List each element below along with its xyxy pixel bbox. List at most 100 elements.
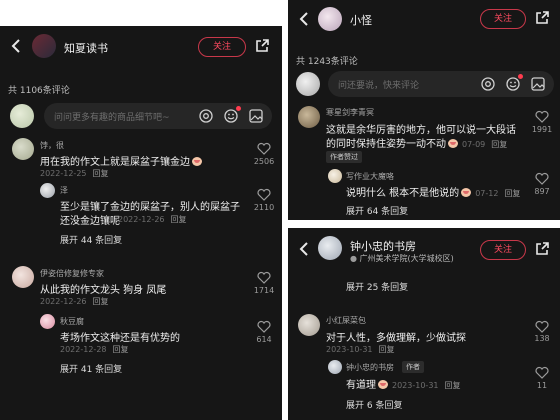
expand-replies-button[interactable]: 展开 25 条回复 <box>346 280 408 293</box>
comment-count: 共 1106条评论 <box>8 86 70 96</box>
avatar <box>10 104 34 128</box>
page-title: 知夏读书 <box>64 42 108 55</box>
avatar[interactable] <box>40 183 55 198</box>
notification-dot <box>236 106 241 111</box>
comment-text: 用在我的作文上就是屎盆子镶金边 <box>40 153 202 168</box>
heart-icon[interactable] <box>535 318 549 333</box>
follow-button[interactable]: 关注 <box>480 240 526 260</box>
reply-button[interactable]: 回复 <box>113 345 129 354</box>
like-count: 614 <box>256 335 272 344</box>
share-icon[interactable] <box>254 38 270 54</box>
heart-icon[interactable] <box>257 269 271 284</box>
comment-text: 至少是镶了金边的屎盆子，别人的屎盆子 <box>60 202 240 213</box>
reply-button[interactable]: 回复 <box>445 381 461 390</box>
expand-replies-button[interactable]: 展开 6 条回复 <box>346 398 402 411</box>
back-arrow-icon[interactable] <box>296 240 314 258</box>
emoji-face-icon <box>192 157 202 166</box>
heart-icon[interactable] <box>535 108 549 123</box>
comment-text: 这就是余华厉害的地方，他可以说一大段话 <box>326 125 516 136</box>
commenter-name[interactable]: 小红屎菜包 <box>326 315 366 326</box>
comment-panel-xiaoguai: 小怪 关注 共 1243条评论 问还要说，快来评论 寒星剑李青冥 这就是余华厉害… <box>288 0 560 220</box>
like-count: 138 <box>534 334 550 343</box>
author-liked-badge: 作者赞过 <box>326 151 362 163</box>
avatar[interactable] <box>298 106 320 128</box>
heart-icon[interactable] <box>535 170 549 185</box>
comment-text: 的同时保持住姿势一动不动 07-09 回复 <box>326 139 508 150</box>
like-count: 11 <box>536 381 548 390</box>
heart-icon[interactable] <box>257 140 271 155</box>
commenter-name[interactable]: 泽 <box>60 185 68 196</box>
like-count: 2110 <box>253 203 275 212</box>
like-count: 2506 <box>253 157 275 166</box>
emoji-face-icon <box>461 188 472 197</box>
heart-icon[interactable] <box>257 318 271 333</box>
back-arrow-icon[interactable] <box>296 10 314 28</box>
avatar[interactable] <box>328 169 342 183</box>
comment-text: 有道理 2023-10-31 回复 <box>346 380 461 391</box>
expand-replies-button[interactable]: 展开 64 条回复 <box>346 204 408 217</box>
back-arrow-icon[interactable] <box>8 37 26 55</box>
image-icon[interactable] <box>248 108 264 124</box>
share-icon[interactable] <box>534 10 550 26</box>
comment-text: 还没金边镶呢 <box>60 216 120 227</box>
share-icon[interactable] <box>534 241 550 257</box>
commenter-name[interactable]: 伊姿倍修复修专家 <box>40 268 104 279</box>
input-placeholder: 问还要说，快来评论 <box>338 81 420 91</box>
header: 知夏读书 关注 <box>0 26 282 66</box>
comment-input[interactable]: 问问更多有趣的商品细节吧~ <box>44 103 272 129</box>
comment-input[interactable]: 问还要说，快来评论 <box>328 71 554 97</box>
commenter-name[interactable]: 秋豆腐 <box>60 316 84 327</box>
comment-count: 共 1243条评论 <box>296 57 358 67</box>
emoji-face-icon <box>378 380 388 389</box>
avatar[interactable] <box>40 314 55 329</box>
heart-icon[interactable] <box>535 364 549 379</box>
like-count: 1991 <box>531 125 553 134</box>
comment-text: 对于人性，多做理解，少做试探 <box>326 333 466 344</box>
comment-panel-zhixia: 知夏读书 关注 共 1106条评论 问问更多有趣的商品细节吧~ 饽，很 用在我的… <box>0 26 282 420</box>
page-title: 小怪 <box>350 14 372 27</box>
expand-replies-button[interactable]: 展开 44 条回复 <box>60 233 122 246</box>
reply-button[interactable]: 回复 <box>171 215 187 224</box>
avatar[interactable] <box>32 34 56 58</box>
avatar <box>296 72 320 96</box>
input-placeholder: 问问更多有趣的商品细节吧~ <box>54 113 170 123</box>
header: 钟小忠的书房 ● 广州美术学院(大学城校区) 关注 <box>288 228 560 268</box>
comment-meta: 2023-10-31 回复 <box>326 345 395 354</box>
follow-button[interactable]: 关注 <box>480 9 526 29</box>
reply-button[interactable]: 回复 <box>93 169 109 178</box>
comment-meta: 2022-12-25 回复 <box>40 169 109 178</box>
comment-meta: 2022-12-26 回复 <box>118 215 187 224</box>
like-count: 897 <box>534 187 550 196</box>
heart-icon[interactable] <box>257 186 271 201</box>
reply-button[interactable]: 回复 <box>379 345 395 354</box>
commenter-name[interactable]: 饽，很 <box>40 140 64 151</box>
image-icon[interactable] <box>530 76 546 92</box>
comment-text: 考场作文这种还是有优势的 <box>60 333 180 344</box>
header: 小怪 关注 <box>288 0 560 40</box>
avatar[interactable] <box>328 360 342 374</box>
follow-button[interactable]: 关注 <box>198 37 246 57</box>
avatar[interactable] <box>318 236 342 260</box>
avatar[interactable] <box>12 138 34 160</box>
commenter-name[interactable]: 寒星剑李青冥 <box>326 107 374 118</box>
at-icon[interactable] <box>480 76 496 92</box>
comment-text: 从此我的作文龙头 狗身 凤尾 <box>40 285 167 296</box>
reply-button[interactable]: 回复 <box>93 297 109 306</box>
avatar[interactable] <box>12 266 34 288</box>
comment-text: 说明什么 根本不是他说的 07-12 回复 <box>346 188 521 199</box>
emoji-face-icon <box>448 139 458 148</box>
comment-panel-zhongxiaozhong: 钟小忠的书房 ● 广州美术学院(大学城校区) 关注 展开 25 条回复 小红屎菜… <box>288 228 560 420</box>
comment-meta: 2022-12-26 回复 <box>40 297 109 306</box>
reply-button[interactable]: 回复 <box>504 189 520 198</box>
commenter-name[interactable]: 钟小忠的书房 <box>346 362 394 373</box>
at-icon[interactable] <box>198 108 214 124</box>
location-pin-icon: ● <box>350 254 357 263</box>
avatar[interactable] <box>298 314 320 336</box>
avatar[interactable] <box>318 7 342 31</box>
author-badge: 作者 <box>402 361 424 373</box>
expand-replies-button[interactable]: 展开 41 条回复 <box>60 362 122 375</box>
comment-meta: 2022-12-28 回复 <box>60 345 129 354</box>
page-title: 钟小忠的书房 <box>350 240 416 253</box>
reply-button[interactable]: 回复 <box>491 140 507 149</box>
commenter-name[interactable]: 写作业大魔咯 <box>346 171 394 182</box>
